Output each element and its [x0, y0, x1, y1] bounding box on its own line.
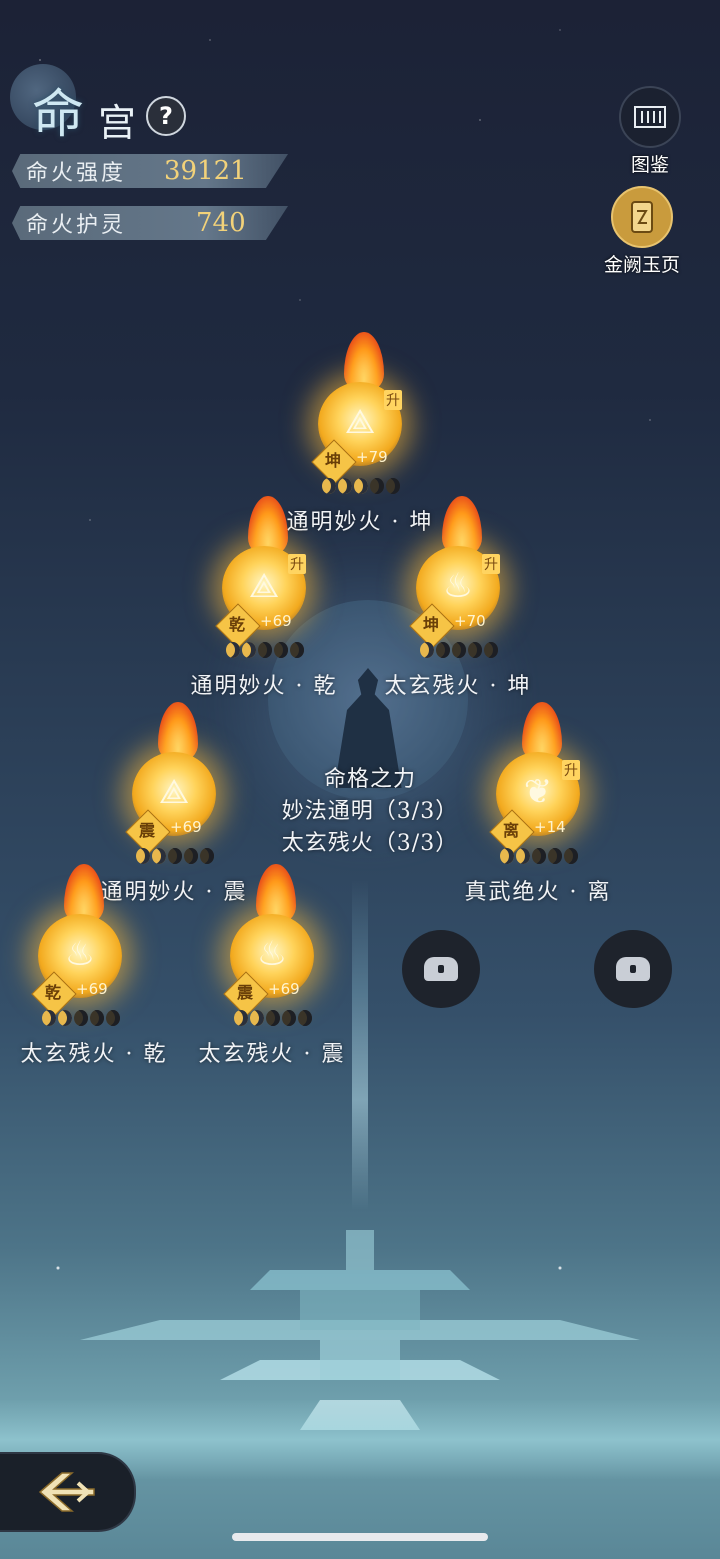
fate-node[interactable]: ♨ 震 +69 太玄残火 · 震	[199, 864, 343, 1067]
upgrade-badge: 升	[384, 390, 402, 410]
codex-button[interactable]: 图鉴	[619, 86, 681, 177]
stat-value: 39121	[164, 156, 247, 186]
swirl-icon: ♨	[256, 934, 288, 974]
fate-node[interactable]: ⟁ 震 +69 通明妙火 · 震	[101, 702, 245, 905]
fate-node[interactable]: ⟁ 坤 +79 升 通明妙火 · 坤	[287, 332, 431, 535]
trigram-text: 坤	[324, 451, 341, 470]
node-name: 太玄残火 · 震	[198, 1042, 346, 1067]
moon-pips	[234, 1010, 312, 1026]
fate-node[interactable]: ♨ 乾 +69 太玄残火 · 乾	[21, 864, 165, 1067]
locked-slot[interactable]	[594, 930, 672, 1008]
node-name: 太玄残火 · 坤	[384, 674, 532, 699]
back-button[interactable]	[0, 1452, 136, 1532]
fate-node[interactable]: ♨ 坤 +70 升 太玄残火 · 坤	[385, 496, 529, 699]
moon-pips	[420, 642, 498, 658]
trigram-text: 乾	[228, 615, 245, 634]
rune-icon: ⟁	[158, 772, 190, 812]
title-main-char: 命	[32, 85, 85, 145]
stat-label: 命火强度	[26, 161, 127, 186]
title-second-char: 宫	[98, 101, 137, 145]
fate-node[interactable]: ⟁ 乾 +69 升 通明妙火 · 乾	[191, 496, 335, 699]
moon-pips	[226, 642, 304, 658]
moon-pips	[500, 848, 578, 864]
stat-bar-strength: 命火强度 39121	[12, 154, 288, 188]
trigram-text: 坤	[422, 615, 439, 634]
trigram-text: 震	[138, 821, 155, 840]
lock-icon	[424, 957, 458, 981]
level-text: +70	[454, 612, 486, 630]
moon-pips	[136, 848, 214, 864]
moon-pips	[42, 1010, 120, 1026]
upgrade-badge: 升	[562, 760, 580, 780]
fate-power-line: 太玄残火（3/3）	[281, 831, 459, 856]
upgrade-badge: 升	[482, 554, 500, 574]
fate-power-title: 命格之力	[323, 767, 416, 792]
golden-page-button[interactable]: 金阙玉页	[604, 186, 680, 277]
scroll-icon	[619, 86, 681, 148]
trigram-text: 乾	[44, 983, 61, 1002]
wing-icon: ❦	[523, 772, 553, 812]
level-text: +79	[356, 448, 388, 466]
golden-page-label: 金阙玉页	[604, 254, 681, 276]
level-text: +69	[170, 818, 202, 836]
upgrade-badge: 升	[288, 554, 306, 574]
help-button[interactable]: ?	[146, 96, 186, 136]
moon-pips	[322, 478, 400, 494]
golden-page-icon	[611, 186, 673, 248]
codex-label: 图鉴	[630, 154, 669, 176]
fate-power-panel: 命格之力 妙法通明（3/3） 太玄残火（3/3）	[230, 764, 510, 860]
level-text: +69	[268, 980, 300, 998]
level-text: +14	[534, 818, 566, 836]
stat-bar-protection: 命火护灵 740	[12, 206, 288, 240]
stat-value: 740	[196, 208, 246, 238]
fate-power-line: 妙法通明（3/3）	[281, 799, 459, 824]
level-text: +69	[260, 612, 292, 630]
node-name: 真武绝火 · 离	[464, 880, 612, 905]
trigram-text: 震	[236, 983, 253, 1002]
home-indicator[interactable]	[232, 1533, 488, 1541]
stat-label: 命火护灵	[26, 213, 127, 238]
level-text: +69	[76, 980, 108, 998]
swirl-icon: ♨	[442, 566, 474, 606]
lock-icon	[616, 957, 650, 981]
swirl-icon: ♨	[64, 934, 96, 974]
locked-slot[interactable]	[402, 930, 480, 1008]
back-arrow-icon	[38, 1472, 95, 1512]
rune-icon: ⟁	[248, 566, 280, 606]
rune-icon: ⟁	[344, 402, 376, 442]
